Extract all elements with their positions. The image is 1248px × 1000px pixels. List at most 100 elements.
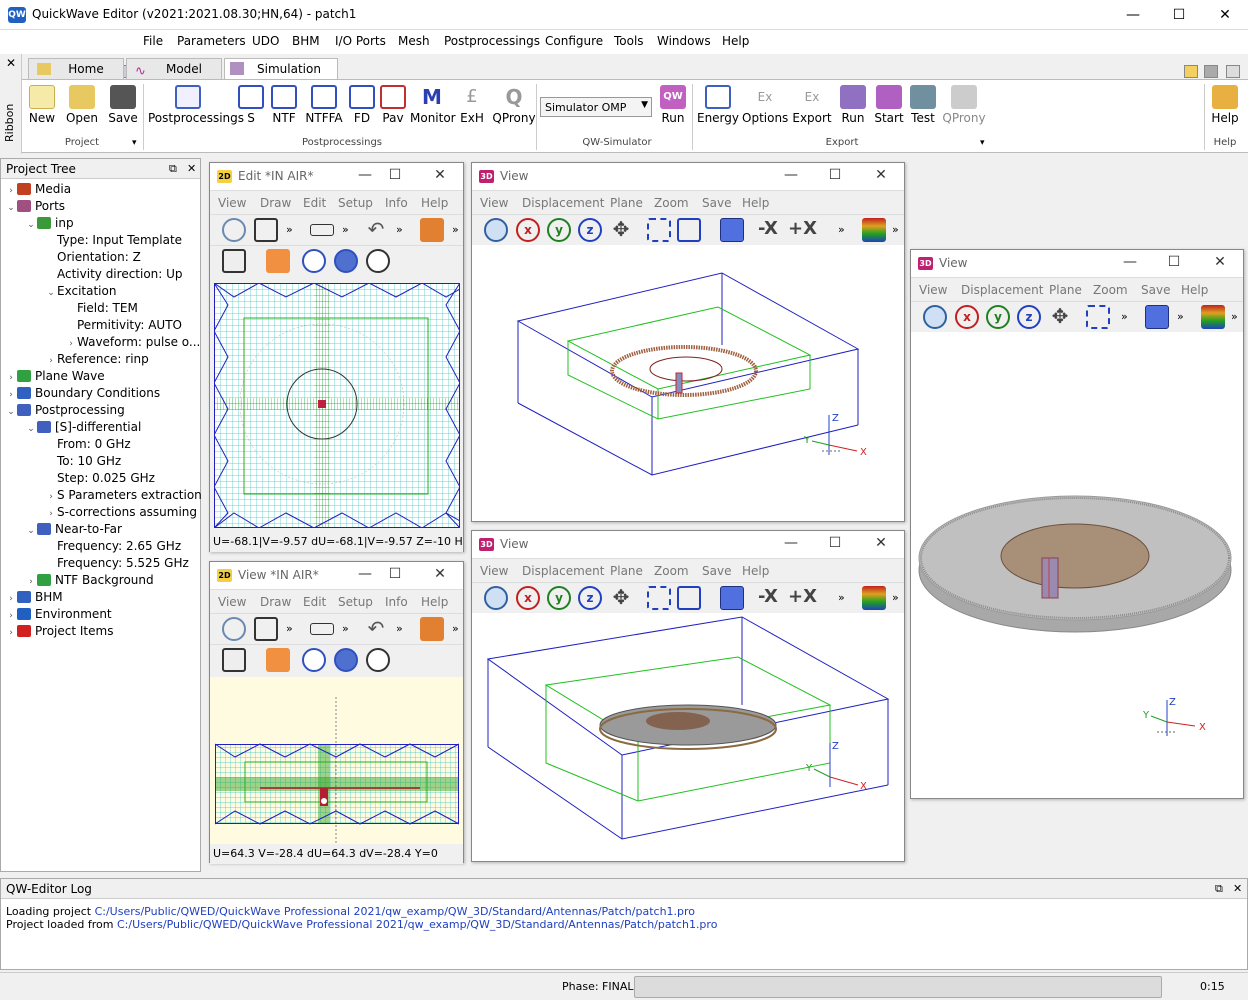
subtract-icon[interactable] [366, 249, 390, 273]
tree-node[interactable]: › Project Items [5, 623, 200, 640]
more-icon[interactable]: » [892, 591, 899, 604]
close-button[interactable]: ✕ [425, 566, 455, 582]
menu-view[interactable]: View [919, 283, 947, 297]
object-icon[interactable] [420, 617, 444, 641]
menu-info[interactable]: Info [385, 196, 408, 210]
palette-icon[interactable] [1201, 305, 1225, 329]
more-icon[interactable]: » [1177, 310, 1184, 323]
menu-io-ports[interactable]: I/O Ports [335, 34, 386, 48]
export-button[interactable]: Ex Export [792, 82, 832, 132]
menu-view[interactable]: View [480, 196, 508, 210]
chevron-right-icon[interactable]: › [5, 625, 17, 642]
subtract-icon[interactable] [366, 648, 390, 672]
menu-save[interactable]: Save [702, 564, 731, 578]
menu-zoom[interactable]: Zoom [1093, 283, 1128, 297]
pan-icon[interactable]: ✥ [1048, 305, 1072, 329]
tree-node[interactable]: ⌄ inp [5, 215, 200, 232]
more-icon[interactable]: » [452, 223, 459, 236]
menu-draw[interactable]: Draw [260, 595, 291, 609]
tree-node[interactable]: › Reference: rinp [5, 351, 200, 368]
group-expand-icon[interactable]: ▾ [980, 138, 985, 148]
menu-edit[interactable]: Edit [303, 595, 326, 609]
more-icon[interactable]: » [1121, 310, 1128, 323]
tree-node[interactable]: › S-corrections assuming [5, 504, 200, 521]
zoom-icon[interactable] [222, 218, 246, 242]
qprony-button[interactable]: Q QProny [492, 82, 536, 132]
intersect-icon[interactable] [334, 648, 358, 672]
test-button[interactable]: Test [908, 82, 938, 132]
zoom-icon[interactable] [222, 617, 246, 641]
chevron-down-icon[interactable]: ⌄ [25, 421, 37, 438]
grid-snap-icon[interactable] [222, 648, 246, 672]
menu-info[interactable]: Info [385, 595, 408, 609]
menu-plane[interactable]: Plane [1049, 283, 1082, 297]
tree-node[interactable]: ⌄ [S]-differential [5, 419, 200, 436]
minimize-button[interactable]: — [776, 167, 806, 183]
tree-node[interactable]: Type: Input Template [5, 232, 200, 249]
s-button[interactable]: S [237, 82, 265, 132]
run-simulator-button[interactable]: QW Run [658, 82, 688, 132]
tree-node[interactable]: ⌄ Excitation [5, 283, 200, 300]
menu-zoom[interactable]: Zoom [654, 196, 689, 210]
tree-node[interactable]: Field: TEM [5, 300, 200, 317]
menu-help[interactable]: Help [421, 196, 448, 210]
palette-icon[interactable] [862, 218, 886, 242]
blocks-icon[interactable] [266, 249, 290, 273]
ntf-button[interactable]: NTF [268, 82, 300, 132]
menu-help[interactable]: Help [722, 34, 749, 48]
close-button[interactable]: ✕ [425, 167, 455, 183]
more-icon[interactable]: » [838, 591, 845, 604]
run-export-button[interactable]: Run [838, 82, 868, 132]
undo-icon[interactable]: ↶ [364, 617, 388, 641]
rotate-z-icon[interactable]: z [1017, 305, 1041, 329]
minimize-button[interactable]: — [776, 535, 806, 551]
menu-postprocessings[interactable]: Postprocessings [444, 34, 540, 48]
tree-node[interactable]: Frequency: 2.65 GHz [5, 538, 200, 555]
blocks-icon[interactable] [266, 648, 290, 672]
more-icon[interactable]: » [286, 223, 293, 236]
tree-node[interactable]: › Plane Wave [5, 368, 200, 385]
tree-node[interactable]: Permitivity: AUTO [5, 317, 200, 334]
tree-node[interactable]: From: 0 GHz [5, 436, 200, 453]
reset-view-icon[interactable] [677, 586, 701, 610]
rotate-y-icon[interactable]: y [547, 218, 571, 242]
cube-icon[interactable] [720, 586, 744, 610]
close-ribbon-icon[interactable]: ✕ [6, 56, 16, 70]
maximize-button[interactable]: ☐ [820, 167, 850, 183]
view-2d-canvas[interactable] [210, 677, 463, 844]
tree-node[interactable]: Orientation: Z [5, 249, 200, 266]
qprony-export-button[interactable]: QProny [940, 82, 988, 132]
menu-setup[interactable]: Setup [338, 595, 373, 609]
maximize-button[interactable]: ☐ [1156, 0, 1202, 30]
menu-zoom[interactable]: Zoom [654, 564, 689, 578]
fd-button[interactable]: FD [348, 82, 376, 132]
maximize-button[interactable]: ☐ [820, 535, 850, 551]
rotate-x-icon[interactable]: x [516, 586, 540, 610]
postprocessings-button[interactable]: Postprocessings [148, 82, 244, 132]
tree-node[interactable]: › Boundary Conditions [5, 385, 200, 402]
close-button[interactable]: ✕ [1205, 254, 1235, 270]
zoom-window-icon[interactable] [1086, 305, 1110, 329]
maximize-button[interactable]: ☐ [380, 167, 410, 183]
open-button[interactable]: Open [64, 82, 100, 132]
chevron-down-icon[interactable]: ⌄ [5, 200, 17, 217]
tree-node[interactable]: ⌄ Near-to-Far [5, 521, 200, 538]
close-panel-icon[interactable]: ✕ [187, 159, 196, 179]
tree-node[interactable]: › S Parameters extraction [5, 487, 202, 504]
close-panel-icon[interactable]: ✕ [1233, 879, 1242, 899]
energy-button[interactable]: Energy [696, 82, 740, 132]
chevron-down-icon[interactable]: ⌄ [5, 404, 17, 421]
menu-mesh[interactable]: Mesh [398, 34, 430, 48]
menu-tools[interactable]: Tools [614, 34, 644, 48]
menu-file[interactable]: File [143, 34, 163, 48]
save-button[interactable]: Save [106, 82, 140, 132]
rectangle-icon[interactable] [310, 623, 334, 635]
more-icon[interactable]: » [286, 622, 293, 635]
simulator-select[interactable]: Simulator OMP ▼ [540, 97, 652, 117]
minimize-button[interactable]: — [350, 167, 380, 183]
plus-x-icon[interactable]: +X [788, 586, 817, 610]
tree-node[interactable]: › BHM [5, 589, 200, 606]
tree-node[interactable]: Frequency: 5.525 GHz [5, 555, 200, 572]
close-button[interactable]: ✕ [866, 167, 896, 183]
menu-displacement[interactable]: Displacement [961, 283, 1044, 297]
